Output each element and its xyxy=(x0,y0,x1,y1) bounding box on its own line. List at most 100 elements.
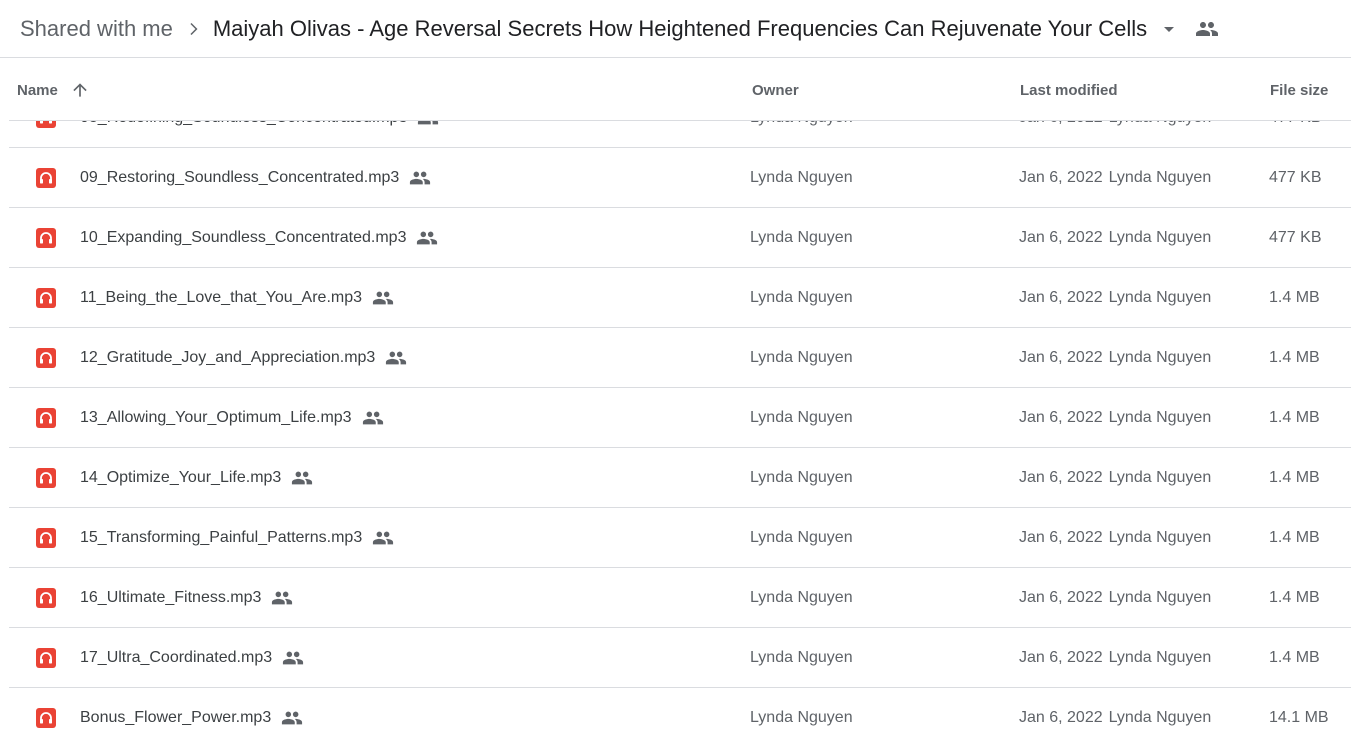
audio-file-icon xyxy=(36,568,56,628)
modified-by: Lynda Nguyen xyxy=(1108,409,1212,426)
modified-date: Jan 6, 2022 xyxy=(1019,649,1103,666)
owner-cell: Lynda Nguyen xyxy=(750,169,853,186)
shared-people-icon xyxy=(282,647,304,669)
file-name: 09_Restoring_Soundless_Concentrated.mp3 xyxy=(80,169,400,186)
file-size-cell: 477 KB xyxy=(1269,169,1322,186)
shared-people-icon xyxy=(416,227,438,249)
table-row[interactable]: 12_Gratitude_Joy_and_Appreciation.mp3 Ly… xyxy=(9,328,1351,388)
modified-by: Lynda Nguyen xyxy=(1108,289,1212,306)
shared-people-icon xyxy=(372,527,394,549)
file-size-cell: 1.4 MB xyxy=(1269,349,1320,366)
table-row[interactable]: 10_Expanding_Soundless_Concentrated.mp3 … xyxy=(9,208,1351,268)
shared-people-icon xyxy=(271,587,293,609)
owner-cell: Lynda Nguyen xyxy=(750,289,853,306)
column-header-owner[interactable]: Owner xyxy=(752,59,799,121)
owner-cell: Lynda Nguyen xyxy=(750,649,853,666)
file-name-cell: 14_Optimize_Your_Life.mp3 xyxy=(80,448,313,508)
file-rows: 08_Redefining_Soundless_Concentrated.mp3… xyxy=(9,88,1351,743)
table-row[interactable]: 16_Ultimate_Fitness.mp3 Lynda Nguyen Jan… xyxy=(9,568,1351,628)
last-modified-cell: Jan 6, 2022 Lynda Nguyen xyxy=(1019,688,1211,743)
column-header-name[interactable]: Name xyxy=(17,59,90,121)
file-name: 13_Allowing_Your_Optimum_Life.mp3 xyxy=(80,409,352,426)
file-size-cell: 477 KB xyxy=(1269,229,1322,246)
file-name: 16_Ultimate_Fitness.mp3 xyxy=(80,589,262,606)
file-size-cell: 1.4 MB xyxy=(1269,589,1320,606)
file-size-cell: 14.1 MB xyxy=(1269,709,1329,726)
audio-file-icon xyxy=(36,148,56,208)
last-modified-cell: Jan 6, 2022 Lynda Nguyen xyxy=(1019,448,1211,508)
file-name-cell: 16_Ultimate_Fitness.mp3 xyxy=(80,568,293,628)
file-size-cell: 1.4 MB xyxy=(1269,409,1320,426)
audio-file-icon xyxy=(36,268,56,328)
file-name: 17_Ultra_Coordinated.mp3 xyxy=(80,649,273,666)
breadcrumb-shared-with-me[interactable]: Shared with me xyxy=(20,16,173,42)
file-size-cell: 1.4 MB xyxy=(1269,649,1320,666)
modified-date: Jan 6, 2022 xyxy=(1019,709,1103,726)
file-size-cell: 1.4 MB xyxy=(1269,469,1320,486)
modified-date: Jan 6, 2022 xyxy=(1019,589,1103,606)
modified-date: Jan 6, 2022 xyxy=(1019,469,1103,486)
modified-date: Jan 6, 2022 xyxy=(1019,409,1103,426)
modified-by: Lynda Nguyen xyxy=(1108,169,1212,186)
file-name: 14_Optimize_Your_Life.mp3 xyxy=(80,469,282,486)
last-modified-cell: Jan 6, 2022 Lynda Nguyen xyxy=(1019,568,1211,628)
drive-file-list: Shared with me Maiyah Olivas - Age Rever… xyxy=(0,0,1351,743)
column-header-last-modified[interactable]: Last modified xyxy=(1020,59,1118,121)
column-header-name-label: Name xyxy=(17,81,58,99)
file-size-cell: 1.4 MB xyxy=(1269,529,1320,546)
caret-down-icon[interactable] xyxy=(1157,17,1181,41)
owner-cell: Lynda Nguyen xyxy=(750,589,853,606)
table-row[interactable]: 13_Allowing_Your_Optimum_Life.mp3 Lynda … xyxy=(9,388,1351,448)
audio-file-icon xyxy=(36,628,56,688)
owner-cell: Lynda Nguyen xyxy=(750,349,853,366)
last-modified-cell: Jan 6, 2022 Lynda Nguyen xyxy=(1019,508,1211,568)
shared-people-icon xyxy=(362,407,384,429)
table-row[interactable]: 11_Being_the_Love_that_You_Are.mp3 Lynda… xyxy=(9,268,1351,328)
owner-cell: Lynda Nguyen xyxy=(750,229,853,246)
table-row[interactable]: 17_Ultra_Coordinated.mp3 Lynda Nguyen Ja… xyxy=(9,628,1351,688)
last-modified-cell: Jan 6, 2022 Lynda Nguyen xyxy=(1019,208,1211,268)
file-name-cell: 09_Restoring_Soundless_Concentrated.mp3 xyxy=(80,148,431,208)
shared-people-icon xyxy=(281,707,303,729)
modified-date: Jan 6, 2022 xyxy=(1019,289,1103,306)
file-name-cell: 13_Allowing_Your_Optimum_Life.mp3 xyxy=(80,388,384,448)
modified-date: Jan 6, 2022 xyxy=(1019,229,1103,246)
shared-people-icon xyxy=(409,167,431,189)
table-row[interactable]: 14_Optimize_Your_Life.mp3 Lynda Nguyen J… xyxy=(9,448,1351,508)
shared-people-icon xyxy=(372,287,394,309)
file-name: 15_Transforming_Painful_Patterns.mp3 xyxy=(80,529,363,546)
modified-by: Lynda Nguyen xyxy=(1108,589,1212,606)
shared-people-icon xyxy=(385,347,407,369)
column-header-file-size[interactable]: File size xyxy=(1270,59,1328,121)
last-modified-cell: Jan 6, 2022 Lynda Nguyen xyxy=(1019,628,1211,688)
file-name: 11_Being_the_Love_that_You_Are.mp3 xyxy=(80,289,363,306)
file-size-cell: 1.4 MB xyxy=(1269,289,1320,306)
breadcrumb: Shared with me Maiyah Olivas - Age Rever… xyxy=(0,0,1351,58)
table-row[interactable]: Bonus_Flower_Power.mp3 Lynda Nguyen Jan … xyxy=(9,688,1351,743)
audio-file-icon xyxy=(36,688,56,743)
file-name: 10_Expanding_Soundless_Concentrated.mp3 xyxy=(80,229,407,246)
audio-file-icon xyxy=(36,508,56,568)
sort-ascending-icon[interactable] xyxy=(70,80,90,100)
last-modified-cell: Jan 6, 2022 Lynda Nguyen xyxy=(1019,268,1211,328)
file-name: 12_Gratitude_Joy_and_Appreciation.mp3 xyxy=(80,349,376,366)
file-name-cell: 17_Ultra_Coordinated.mp3 xyxy=(80,628,304,688)
modified-by: Lynda Nguyen xyxy=(1108,349,1212,366)
shared-people-icon xyxy=(291,467,313,489)
modified-date: Jan 6, 2022 xyxy=(1019,349,1103,366)
owner-cell: Lynda Nguyen xyxy=(750,469,853,486)
table-row[interactable]: 09_Restoring_Soundless_Concentrated.mp3 … xyxy=(9,148,1351,208)
file-name-cell: 12_Gratitude_Joy_and_Appreciation.mp3 xyxy=(80,328,407,388)
file-name-cell: 11_Being_the_Love_that_You_Are.mp3 xyxy=(80,268,394,328)
table-row[interactable]: 15_Transforming_Painful_Patterns.mp3 Lyn… xyxy=(9,508,1351,568)
breadcrumb-current-folder[interactable]: Maiyah Olivas - Age Reversal Secrets How… xyxy=(213,16,1147,42)
audio-file-icon xyxy=(36,208,56,268)
audio-file-icon xyxy=(36,448,56,508)
file-name-cell: 10_Expanding_Soundless_Concentrated.mp3 xyxy=(80,208,438,268)
shared-folder-icon[interactable] xyxy=(1195,17,1219,41)
audio-file-icon xyxy=(36,388,56,448)
audio-file-icon xyxy=(36,328,56,388)
modified-date: Jan 6, 2022 xyxy=(1019,169,1103,186)
column-headers: Name Owner Last modified File size xyxy=(9,59,1351,121)
last-modified-cell: Jan 6, 2022 Lynda Nguyen xyxy=(1019,388,1211,448)
